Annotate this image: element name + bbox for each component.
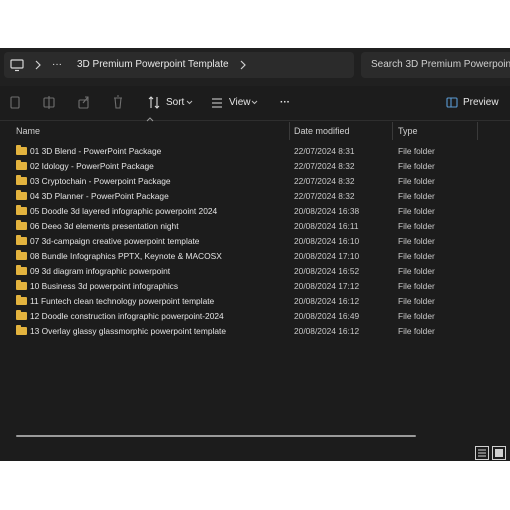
file-name: 05 Doodle 3d layered infographic powerpo… bbox=[30, 206, 218, 216]
file-row[interactable]: 06 Deeo 3d elements presentation night 20… bbox=[0, 219, 510, 234]
file-row[interactable]: 08 Bundle Infographics PPTX, Keynote & M… bbox=[0, 249, 510, 264]
file-name: 10 Business 3d powerpoint infographics bbox=[30, 281, 179, 291]
file-name: 01 3D Blend - PowerPoint Package bbox=[30, 146, 162, 156]
file-type: File folder bbox=[398, 206, 435, 216]
file-type: File folder bbox=[398, 146, 435, 156]
file-type: File folder bbox=[398, 221, 435, 231]
folder-icon bbox=[16, 325, 27, 335]
search-input[interactable]: Search 3D Premium Powerpoint Template bbox=[361, 52, 510, 78]
file-date-modified: 20/08/2024 16:10 bbox=[294, 236, 360, 246]
folder-icon bbox=[16, 235, 27, 245]
file-type: File folder bbox=[398, 191, 435, 201]
view-icon[interactable] bbox=[211, 86, 223, 120]
file-date-modified: 20/08/2024 16:49 bbox=[294, 311, 360, 321]
file-type: File folder bbox=[398, 161, 435, 171]
file-type: File folder bbox=[398, 311, 435, 321]
file-name: 03 Cryptochain - Powerpoint Package bbox=[30, 176, 171, 186]
chevron-right-icon[interactable] bbox=[239, 52, 247, 78]
preview-button[interactable]: Preview bbox=[463, 86, 499, 120]
file-date-modified: 20/08/2024 16:52 bbox=[294, 266, 360, 276]
file-row[interactable]: 07 3d-campaign creative powerpoint templ… bbox=[0, 234, 510, 249]
sort-button[interactable] bbox=[148, 86, 160, 120]
file-date-modified: 20/08/2024 16:12 bbox=[294, 326, 360, 336]
file-row[interactable]: 03 Cryptochain - Powerpoint Package 22/07… bbox=[0, 174, 510, 189]
file-name: 02 Idology - PowerPoint Package bbox=[30, 161, 154, 171]
folder-icon bbox=[16, 175, 27, 185]
file-name: 08 Bundle Infographics PPTX, Keynote & M… bbox=[30, 251, 222, 261]
command-bar: Sort View ··· Preview bbox=[0, 86, 510, 121]
file-explorer-window: ··· 3D Premium Powerpoint Template Searc… bbox=[0, 48, 510, 461]
file-date-modified: 20/08/2024 16:38 bbox=[294, 206, 360, 216]
folder-icon bbox=[16, 280, 27, 290]
file-list: 01 3D Blend - PowerPoint Package 22/07/20… bbox=[0, 144, 510, 339]
share-icon[interactable] bbox=[78, 86, 90, 120]
file-row[interactable]: 13 Overlay glassy glassmorphic powerpoin… bbox=[0, 324, 510, 339]
chevron-down-icon[interactable] bbox=[251, 86, 258, 120]
column-header-name[interactable]: Name bbox=[16, 120, 40, 142]
file-date-modified: 20/08/2024 16:12 bbox=[294, 296, 360, 306]
file-name: 13 Overlay glassy glassmorphic powerpoin… bbox=[30, 326, 226, 336]
column-divider[interactable] bbox=[392, 122, 393, 140]
delete-icon[interactable] bbox=[112, 86, 124, 120]
view-label[interactable]: View bbox=[229, 86, 251, 120]
column-header-row: Name Date modified Type bbox=[0, 117, 510, 142]
copy-icon[interactable] bbox=[9, 86, 21, 120]
column-divider[interactable] bbox=[289, 122, 290, 140]
file-date-modified: 22/07/2024 8:32 bbox=[294, 161, 355, 171]
file-date-modified: 20/08/2024 17:12 bbox=[294, 281, 360, 291]
column-divider[interactable] bbox=[477, 122, 478, 140]
column-header-type[interactable]: Type bbox=[398, 120, 418, 142]
file-row[interactable]: 10 Business 3d powerpoint infographics 20… bbox=[0, 279, 510, 294]
details-view-icon[interactable] bbox=[475, 446, 489, 460]
file-name: 04 3D Planner - PowerPoint Package bbox=[30, 191, 169, 201]
preview-pane-icon[interactable] bbox=[446, 86, 458, 120]
file-row[interactable]: 01 3D Blend - PowerPoint Package 22/07/20… bbox=[0, 144, 510, 159]
file-name: 09 3d diagram infographic powerpoint bbox=[30, 266, 171, 276]
large-icons-view-icon[interactable] bbox=[492, 446, 506, 460]
folder-icon bbox=[16, 295, 27, 305]
file-row[interactable]: 02 Idology - PowerPoint Package 22/07/202… bbox=[0, 159, 510, 174]
file-row[interactable]: 11 Funtech clean technology powerpoint t… bbox=[0, 294, 510, 309]
file-type: File folder bbox=[398, 236, 435, 246]
file-date-modified: 22/07/2024 8:32 bbox=[294, 176, 355, 186]
sort-label[interactable]: Sort bbox=[166, 86, 184, 120]
chevron-down-icon[interactable] bbox=[186, 86, 193, 120]
horizontal-scrollbar[interactable] bbox=[16, 435, 416, 437]
file-name: 07 3d-campaign creative powerpoint templ… bbox=[30, 236, 200, 246]
file-type: File folder bbox=[398, 326, 435, 336]
file-date-modified: 22/07/2024 8:32 bbox=[294, 191, 355, 201]
file-name: 06 Deeo 3d elements presentation night bbox=[30, 221, 179, 231]
folder-icon bbox=[16, 250, 27, 260]
file-type: File folder bbox=[398, 281, 435, 291]
folder-icon bbox=[16, 205, 27, 215]
file-date-modified: 20/08/2024 16:11 bbox=[294, 221, 359, 231]
rename-icon[interactable] bbox=[43, 86, 55, 120]
file-type: File folder bbox=[398, 251, 435, 261]
monitor-icon[interactable] bbox=[10, 52, 24, 78]
column-header-date-modified[interactable]: Date modified bbox=[294, 120, 350, 142]
address-bar-row: ··· 3D Premium Powerpoint Template Searc… bbox=[0, 48, 510, 86]
folder-icon bbox=[16, 265, 27, 275]
file-row[interactable]: 09 3d diagram infographic powerpoint 20/0… bbox=[0, 264, 510, 279]
file-date-modified: 22/07/2024 8:31 bbox=[294, 146, 355, 156]
file-date-modified: 20/08/2024 17:10 bbox=[294, 251, 360, 261]
file-row[interactable]: 04 3D Planner - PowerPoint Package 22/07/… bbox=[0, 189, 510, 204]
more-options-button[interactable]: ··· bbox=[280, 86, 290, 120]
file-type: File folder bbox=[398, 266, 435, 276]
folder-icon bbox=[16, 220, 27, 230]
file-name: 11 Funtech clean technology powerpoint t… bbox=[30, 296, 215, 306]
file-type: File folder bbox=[398, 296, 435, 306]
folder-icon bbox=[16, 190, 27, 200]
file-name: 12 Doodle construction infographic power… bbox=[30, 311, 224, 321]
file-type: File folder bbox=[398, 176, 435, 186]
breadcrumb-ellipsis[interactable]: ··· bbox=[52, 52, 62, 78]
file-row[interactable]: 12 Doodle construction infographic power… bbox=[0, 309, 510, 324]
sort-ascending-icon bbox=[146, 116, 154, 122]
breadcrumb-current-folder[interactable]: 3D Premium Powerpoint Template bbox=[77, 52, 229, 78]
folder-icon bbox=[16, 160, 27, 170]
file-row[interactable]: 05 Doodle 3d layered infographic powerpo… bbox=[0, 204, 510, 219]
folder-icon bbox=[16, 145, 27, 155]
chevron-right-icon[interactable] bbox=[34, 52, 42, 78]
folder-icon bbox=[16, 310, 27, 320]
